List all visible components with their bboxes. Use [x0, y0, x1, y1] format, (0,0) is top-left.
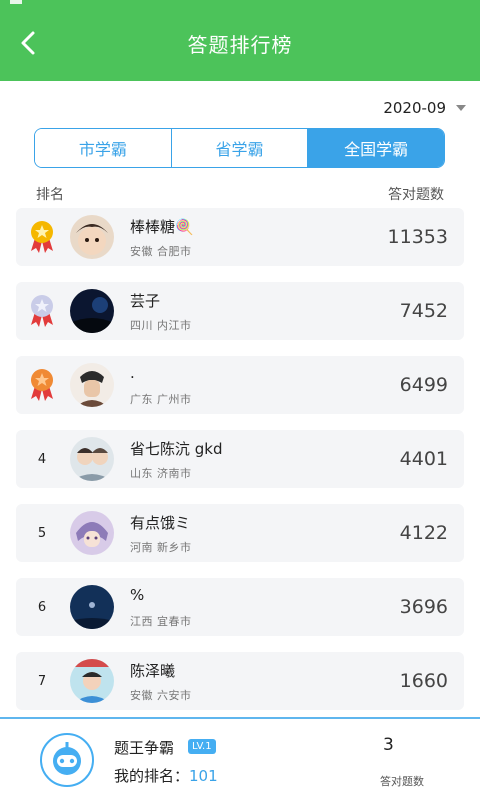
my-rank-label: 我的排名：	[114, 767, 190, 785]
rank-cell	[28, 282, 56, 340]
user-name: 陈泽曦	[130, 662, 176, 680]
user-name: .	[130, 364, 135, 382]
rank-number: 7	[37, 673, 47, 689]
leaderboard-row[interactable]: . 广东 广州市 6499	[16, 356, 464, 414]
rank-number: 6	[37, 599, 47, 615]
correct-count: 6499	[399, 374, 448, 396]
date-value: 2020-09	[383, 99, 446, 117]
leaderboard-row[interactable]: 芸子 四川 内江市 7452	[16, 282, 464, 340]
my-rank-value: 101	[189, 767, 218, 785]
date-selector[interactable]: 2020-09	[383, 97, 466, 119]
leaderboard-row[interactable]: 棒棒糖🍭 安徽 合肥市 11353	[16, 208, 464, 266]
user-location: 山东 济南市	[130, 467, 192, 480]
rank-cell	[28, 208, 56, 266]
column-count-header: 答对题数	[388, 187, 444, 203]
avatar[interactable]	[70, 659, 114, 703]
correct-count: 7452	[399, 300, 448, 322]
user-name: 芸子	[130, 292, 161, 310]
gold-medal-icon	[31, 221, 53, 253]
tab-city[interactable]: 市学霸	[35, 129, 171, 167]
my-correct-count-label: 答对题数	[380, 775, 424, 788]
column-rank-header: 排名	[36, 187, 64, 203]
user-location: 河南 新乡市	[130, 541, 192, 554]
my-rank: 我的排名：101	[114, 765, 218, 786]
user-location: 安徽 六安市	[130, 689, 192, 702]
tab-national[interactable]: 全国学霸	[307, 129, 444, 167]
user-name: 有点饿ミ	[130, 514, 191, 532]
status-bar	[0, 0, 480, 8]
tab-province[interactable]: 省学霸	[170, 129, 308, 167]
robot-avatar-icon[interactable]	[40, 733, 94, 787]
user-location: 四川 内江市	[130, 319, 192, 332]
avatar[interactable]	[70, 289, 114, 333]
avatar[interactable]	[70, 215, 114, 259]
level-badge: LV.1	[188, 739, 216, 754]
rank-number: 5	[37, 525, 47, 541]
dropdown-caret-icon	[456, 105, 466, 111]
avatar[interactable]	[70, 585, 114, 629]
my-name: 题王争霸	[114, 739, 175, 757]
leaderboard-row[interactable]: 4 省七陈沆 gkd 山东 济南市 4401	[16, 430, 464, 488]
page-title: 答题排行榜	[187, 33, 293, 57]
user-location: 江西 宜春市	[130, 615, 192, 628]
user-name: 棒棒糖🍭	[130, 218, 194, 236]
avatar[interactable]	[70, 437, 114, 481]
avatar[interactable]	[70, 363, 114, 407]
status-indicator	[10, 0, 22, 4]
rank-number: 4	[37, 451, 47, 467]
app-header: 答题排行榜	[0, 8, 480, 81]
user-name: %	[130, 586, 145, 604]
user-location: 广东 广州市	[130, 393, 192, 406]
user-location: 安徽 合肥市	[130, 245, 192, 258]
avatar[interactable]	[70, 511, 114, 555]
silver-medal-icon	[31, 295, 53, 327]
correct-count: 1660	[399, 670, 448, 692]
leaderboard-list: 棒棒糖🍭 安徽 合肥市 11353 芸子 四川 内江市 7452 . 广东 广州…	[16, 208, 464, 726]
rank-cell	[28, 356, 56, 414]
correct-count: 11353	[387, 226, 448, 248]
my-correct-count: 3	[383, 735, 394, 755]
my-rank-footer: 题王争霸 LV.1 我的排名：101 3 答对题数	[0, 719, 480, 800]
correct-count: 3696	[399, 596, 448, 618]
bronze-medal-icon	[31, 369, 53, 401]
correct-count: 4122	[399, 522, 448, 544]
user-name: 省七陈沆 gkd	[130, 440, 223, 458]
leaderboard-row[interactable]: 7 陈泽曦 安徽 六安市 1660	[16, 652, 464, 710]
scope-tabs: 市学霸 省学霸 全国学霸	[34, 128, 445, 168]
correct-count: 4401	[399, 448, 448, 470]
leaderboard-row[interactable]: 6 % 江西 宜春市 3696	[16, 578, 464, 636]
leaderboard-row[interactable]: 5 有点饿ミ 河南 新乡市 4122	[16, 504, 464, 562]
